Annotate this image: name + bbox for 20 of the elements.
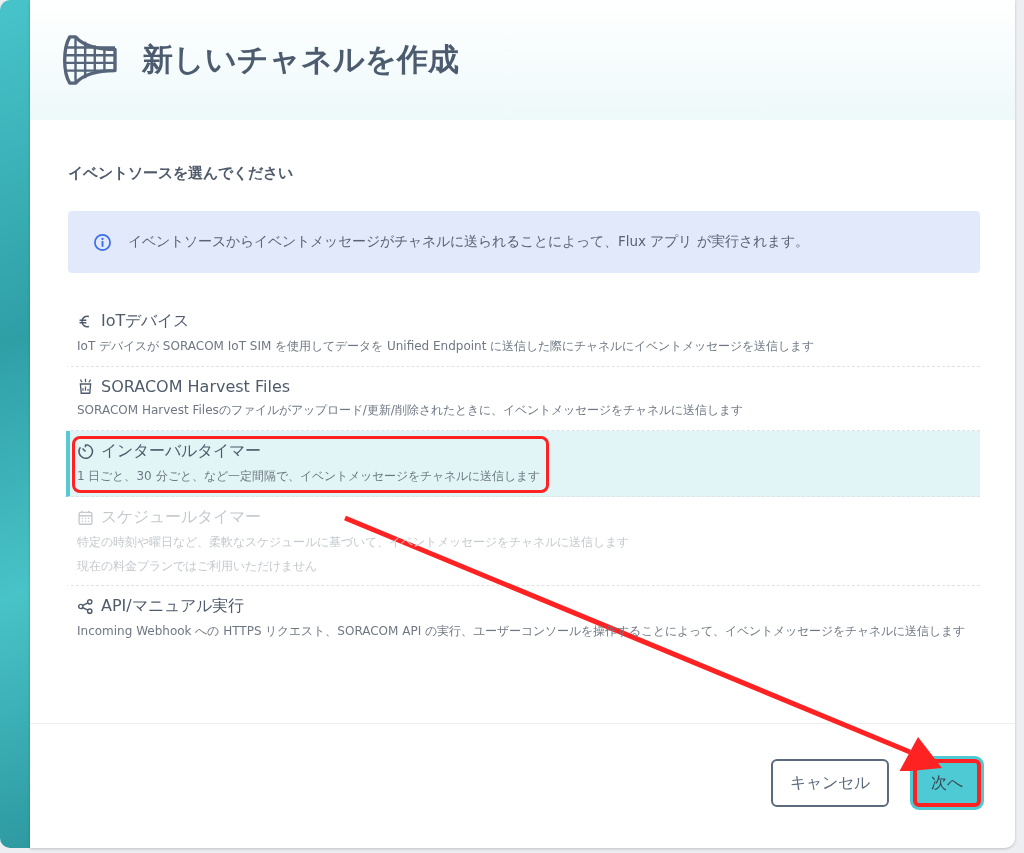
share-icon bbox=[77, 598, 94, 615]
next-button[interactable]: 次へ bbox=[913, 759, 981, 807]
timer-icon bbox=[77, 443, 94, 460]
option-description: IoT デバイスが SORACOM IoT SIM を使用してデータを Unified Endpoint に送信した際にチャネルにイベントメッセージを送信します bbox=[77, 338, 815, 355]
cancel-button[interactable]: キャンセル bbox=[771, 759, 889, 807]
info-icon bbox=[93, 232, 112, 252]
net-icon bbox=[60, 34, 118, 86]
event-source-option[interactable]: IoTデバイス IoT デバイスが SORACOM IoT SIM を使用してデータを Unified Endpoint に送信した際にチャネルにイベントメッセージを送信します bbox=[66, 301, 980, 367]
event-source-option[interactable]: インターバルタイマー 1 日ごと、30 分ごと、など一定間隔で、イベントメッセージをチャネルに送信します bbox=[66, 431, 980, 497]
calendar-icon bbox=[77, 509, 94, 526]
option-title: インターバルタイマー bbox=[101, 441, 261, 462]
info-text: イベントソースからイベントメッセージがチャネルに送られることによって、Flux アプリ が実行されます。 bbox=[128, 233, 809, 251]
section-heading: イベントソースを選んでください bbox=[68, 164, 294, 183]
option-title: SORACOM Harvest Files bbox=[101, 377, 291, 396]
option-description: SORACOM Harvest Filesのファイルがアップロード/更新/削除されたときに、イベントメッセージをチャネルに送信します bbox=[77, 402, 743, 419]
dialog-title: 新しいチャネルを作成 bbox=[142, 40, 459, 79]
option-title: API/マニュアル実行 bbox=[101, 596, 244, 617]
option-description: 1 日ごと、30 分ごと、など一定間隔で、イベントメッセージをチャネルに送信します bbox=[77, 468, 540, 485]
option-title: IoTデバイス bbox=[101, 311, 190, 332]
bucket-icon bbox=[77, 378, 94, 395]
